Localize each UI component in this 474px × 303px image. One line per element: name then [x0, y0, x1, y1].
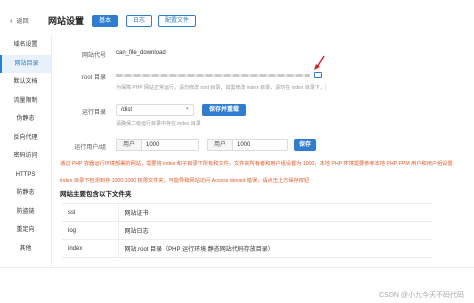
user-input[interactable]: 1000: [141, 139, 199, 151]
table-row: ssl 网站证书: [62, 203, 432, 222]
table-row: index 网站 root 目录（PHP 运行环境 静态网站代码存放目录）: [62, 239, 432, 258]
site-code-value: can_file_download: [116, 50, 166, 56]
folder-key: ssl: [62, 203, 119, 222]
panel-header: ‹ 返回 网站设置 基本 日志 配置文件: [0, 12, 474, 28]
run-dir-select[interactable]: /dist: [116, 104, 194, 116]
chevron-down-icon: ▾: [186, 106, 189, 112]
group-input[interactable]: 1000: [232, 139, 288, 151]
folder-icon[interactable]: [314, 72, 322, 78]
warning-text-2: index 目录下检测到存 1000:1000 权限文件夹，可能导致网站访问 A…: [60, 178, 310, 184]
folder-desc: 网站日志: [118, 221, 432, 240]
run-dir-label: 运行目录: [81, 110, 106, 116]
folder-key: index: [62, 239, 119, 258]
sidebar-item-rewrite[interactable]: 伪静态: [0, 110, 51, 129]
sidebar-item-default-doc[interactable]: 默认文档: [0, 73, 51, 92]
back-button[interactable]: ‹ 返回: [10, 16, 29, 25]
run-dir-hint: 请确保二级运行目录中存在 index 目录: [116, 121, 201, 127]
sidebar-item-reverse-proxy[interactable]: 反向代理: [0, 129, 51, 148]
sidebar-item-hotlink[interactable]: 防盗链: [0, 203, 51, 222]
root-dir-label: root 目录: [81, 75, 106, 81]
sidebar-item-password[interactable]: 密码访问: [0, 147, 51, 166]
group-addon: 用户: [207, 139, 233, 151]
table-row: log 网站日志: [62, 221, 432, 240]
save-button[interactable]: 保存: [294, 139, 316, 151]
folder-key: log: [62, 221, 119, 240]
warning-text-1: 通过 PHP 容器运行环境部署的网站，需要将 index 和子目录下所有和文件，…: [60, 161, 453, 167]
sidebar-item-static[interactable]: 防静态: [0, 184, 51, 203]
site-code-label: 网站代号: [81, 53, 106, 59]
root-dir-value: [116, 74, 310, 77]
site-settings-panel: ‹ 返回 网站设置 基本 日志 配置文件 域名设置 网站目录 默认文档 流量限制…: [0, 0, 474, 268]
sidebar-item-https[interactable]: HTTPS: [0, 166, 51, 185]
user-addon: 用户: [116, 139, 142, 151]
sidebar-item-domain[interactable]: 域名设置: [0, 36, 51, 55]
folder-desc: 网站 root 目录（PHP 运行环境 静态网站代码存放目录）: [118, 239, 432, 258]
tab-logs[interactable]: 日志: [126, 15, 153, 27]
sidebar-item-other[interactable]: 其他: [0, 240, 51, 259]
sidebar: 域名设置 网站目录 默认文档 流量限制 伪静态 反向代理 密码访问 HTTPS …: [0, 36, 52, 268]
red-arrow-icon: [314, 55, 325, 70]
sidebar-item-redirect[interactable]: 重定向: [0, 221, 51, 240]
tab-basic[interactable]: 基本: [92, 15, 119, 27]
back-label: 返回: [16, 19, 29, 25]
watermark: CSDN @小九今天不码代码: [379, 292, 464, 299]
run-user-label: 运行用户/组: [74, 145, 106, 151]
root-dir-hint: 为保障 PHP 网站正常运行，请勿修改 root 目录，如需修改 index 目…: [116, 85, 326, 91]
sidebar-item-site-dir[interactable]: 网站目录: [0, 54, 51, 73]
sidebar-item-traffic-limit[interactable]: 流量限制: [0, 92, 51, 111]
folders-section-title: 网站主要包含以下文件夹: [60, 191, 132, 198]
save-reload-button[interactable]: 保存并重载: [202, 104, 246, 116]
chevron-left-icon: ‹: [10, 15, 13, 25]
page-title: 网站设置: [48, 16, 85, 26]
tab-config-file[interactable]: 配置文件: [158, 15, 197, 27]
folder-desc: 网站证书: [118, 203, 432, 222]
folders-table: ssl 网站证书 log 网站日志 index 网站 root 目录（PHP 运…: [62, 203, 432, 258]
